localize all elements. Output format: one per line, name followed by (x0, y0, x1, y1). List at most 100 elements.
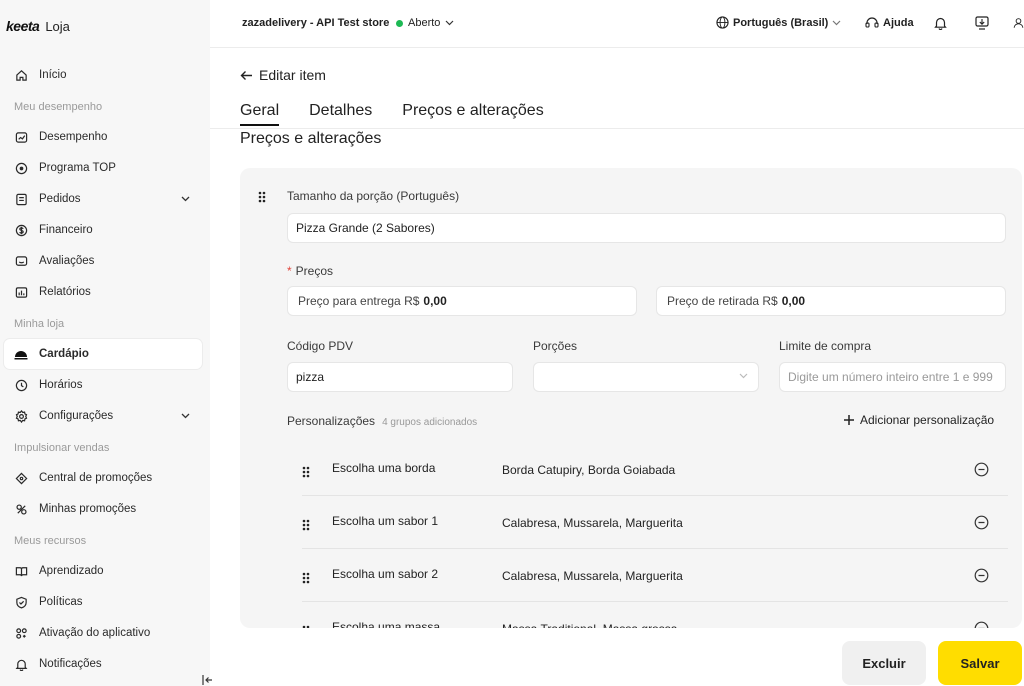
sidebar-nav: Início Meu desempenho Desempenho Programa T… (4, 60, 202, 680)
sidebar-item-ativacao-do-aplicativo[interactable]: Ativação do aplicativo (4, 618, 202, 648)
customization-name: Escolha uma massa (332, 620, 441, 628)
pickup-price-input[interactable]: Preço de retirada R$ 0,00 (656, 286, 1006, 316)
sidebar-item-horarios[interactable]: Horários (4, 370, 202, 400)
drag-handle-icon[interactable] (302, 571, 310, 589)
customization-row: Escolha um sabor 2 Calabresa, Mussarela,… (302, 549, 1008, 602)
reviews-icon (14, 254, 28, 268)
drag-handle-icon[interactable] (302, 624, 310, 628)
my-promos-icon (14, 502, 28, 516)
sidebar-item-configuracoes[interactable]: Configurações (4, 401, 202, 431)
save-button[interactable]: Salvar (938, 641, 1022, 685)
sidebar-item-label: Minhas promoções (39, 503, 137, 515)
brand-logo: keeta (6, 18, 40, 34)
sidebar-item-label: Ativação do aplicativo (39, 627, 151, 639)
customization-row: Escolha uma borda Borda Catupiry, Borda … (302, 443, 1008, 496)
sidebar-item-label: Pedidos (39, 193, 81, 205)
store-status-dropdown[interactable]: Aberto (396, 17, 454, 29)
topbar: zazadelivery - API Test store Aberto Por… (210, 0, 1024, 48)
sidebar-item-cardapio[interactable]: Cardápio (4, 339, 202, 369)
prices-label: * Preços (287, 264, 333, 278)
remove-circle-icon[interactable] (974, 568, 989, 588)
collapse-sidebar-icon[interactable] (198, 672, 218, 686)
sidebar-item-avaliacoes[interactable]: Avaliações (4, 246, 202, 276)
tab-precos[interactable]: Preços e alterações (402, 102, 543, 126)
book-icon (14, 564, 28, 578)
sidebar-item-label: Financeiro (39, 224, 93, 236)
sidebar-item-label: Notificações (39, 658, 102, 670)
chevron-down-icon (181, 193, 190, 205)
tab-detalhes[interactable]: Detalhes (309, 102, 372, 126)
customizations-header: Personalizações 4 grupos adicionados (287, 414, 477, 428)
sidebar-item-pedidos[interactable]: Pedidos (4, 184, 202, 214)
back-button[interactable]: Editar item (240, 67, 326, 83)
headset-icon (865, 17, 879, 28)
sidebar: keeta Loja Início Meu desempenho Desempenh… (0, 0, 212, 686)
plus-icon (844, 415, 854, 425)
drag-handle-icon[interactable] (302, 465, 310, 483)
home-icon (14, 68, 28, 82)
top-program-icon (14, 161, 28, 175)
customization-options: Massa Traditional, Massa grossa (502, 622, 677, 628)
remove-circle-icon[interactable] (974, 515, 989, 535)
portion-input[interactable]: Pizza Grande (2 Sabores) (287, 213, 1006, 243)
sidebar-item-desempenho[interactable]: Desempenho (4, 122, 202, 152)
sidebar-item-relatorios[interactable]: Relatórios (4, 277, 202, 307)
sidebar-item-politicas[interactable]: Políticas (4, 587, 202, 617)
customization-options: Borda Catupiry, Borda Goiabada (502, 463, 676, 477)
limit-input[interactable]: Digite um número inteiro entre 1 e 999 (779, 362, 1006, 392)
store-name[interactable]: zazadelivery - API Test store (242, 17, 389, 29)
tab-geral[interactable]: Geral (240, 102, 280, 126)
portions-select[interactable] (533, 362, 759, 392)
remove-circle-icon[interactable] (974, 621, 989, 628)
arrow-left-icon (240, 70, 252, 80)
sidebar-item-label: Políticas (39, 596, 83, 608)
sidebar-item-minhas-promocoes[interactable]: Minhas promoções (4, 494, 202, 524)
performance-icon (14, 130, 28, 144)
chevron-down-icon (832, 20, 841, 25)
sidebar-section-label: Meu desempenho (14, 100, 103, 113)
bell-icon[interactable] (932, 15, 948, 31)
chevron-down-icon (739, 373, 748, 379)
limit-label: Limite de compra (779, 339, 872, 353)
sidebar-item-notificacoes[interactable]: Notificações (4, 649, 202, 679)
brand[interactable]: keeta Loja (6, 18, 70, 34)
sidebar-section-label: Meus recursos (14, 534, 87, 547)
drag-handle-icon[interactable] (302, 518, 310, 536)
required-marker: * (287, 264, 292, 278)
delete-button[interactable]: Excluir (842, 641, 926, 685)
sidebar-item-label: Desempenho (39, 131, 108, 143)
app-grid-icon (14, 626, 28, 640)
chevron-down-icon (445, 20, 454, 26)
customization-options: Calabresa, Mussarela, Marguerita (502, 569, 683, 583)
bell-icon (14, 657, 28, 671)
help-button[interactable]: Ajuda (865, 16, 914, 29)
section-title: Preços e alterações (240, 130, 382, 147)
pdv-value: pizza (296, 370, 325, 384)
add-customization-button[interactable]: Adicionar personalização (844, 413, 994, 427)
portion-label: Tamanho da porção (Português) (287, 189, 460, 203)
sidebar-item-financeiro[interactable]: Financeiro (4, 215, 202, 245)
drag-handle-icon[interactable] (258, 190, 266, 208)
delivery-price-input[interactable]: Preço para entrega R$ 0,00 (287, 286, 637, 316)
remove-circle-icon[interactable] (974, 462, 989, 482)
orders-icon (14, 192, 28, 206)
sidebar-item-central-de-promocoes[interactable]: Central de promoções (4, 463, 202, 493)
sidebar-item-inicio[interactable]: Início (4, 60, 202, 90)
user-icon[interactable] (1013, 15, 1024, 31)
customization-row: Escolha uma massa Massa Traditional, Mas… (302, 602, 1008, 628)
status-dot (396, 19, 403, 27)
sidebar-item-aprendizado[interactable]: Aprendizado (4, 556, 202, 586)
chevron-down-icon (181, 410, 190, 422)
tabs-divider (210, 128, 1024, 129)
sidebar-item-label: Cardápio (39, 348, 89, 360)
back-label: Editar item (259, 67, 326, 83)
download-icon[interactable] (974, 15, 990, 31)
pdv-input[interactable]: pizza (287, 362, 513, 392)
delivery-price-label: Preço para entrega R$ (298, 294, 420, 308)
sidebar-item-programa-top[interactable]: Programa TOP (4, 153, 202, 183)
globe-icon (716, 16, 729, 29)
language-selector[interactable]: Português (Brasil) (716, 16, 841, 29)
sidebar-item-label: Aprendizado (39, 565, 104, 577)
menu-icon (14, 347, 28, 361)
sidebar-item-label: Relatórios (39, 286, 91, 298)
